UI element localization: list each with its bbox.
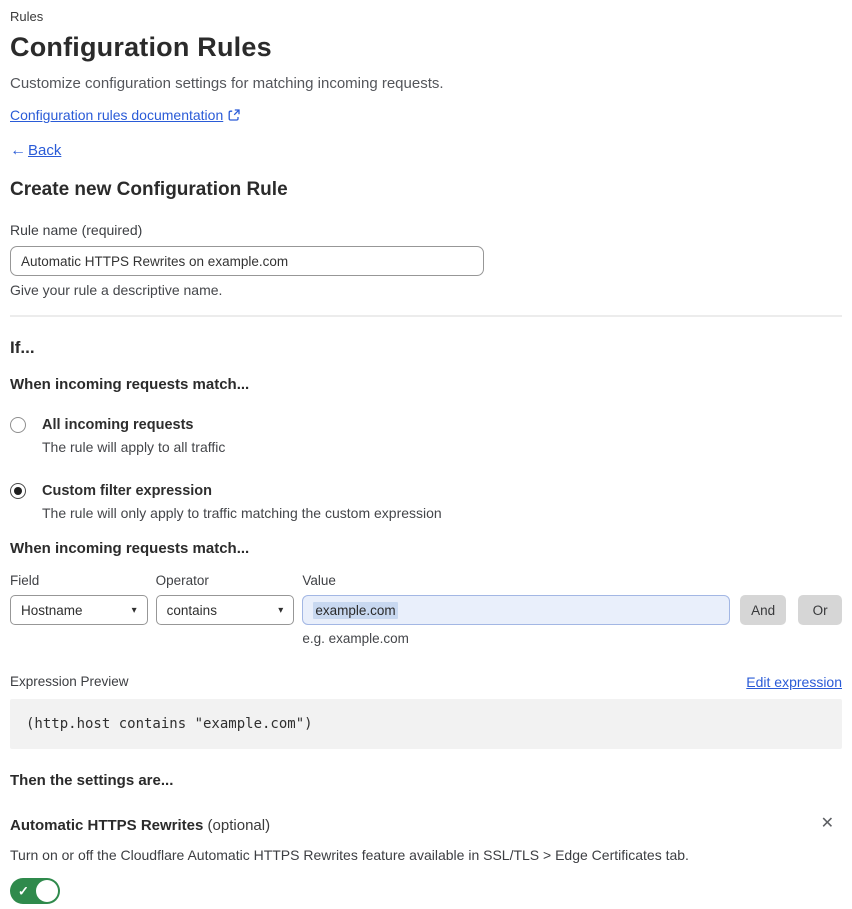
radio-option-label: Custom filter expression (42, 483, 213, 499)
value-helper: e.g. example.com (302, 631, 409, 646)
radio-option-all-incoming-requests[interactable]: All incoming requests The rule will appl… (10, 416, 842, 456)
and-button[interactable]: And (740, 595, 787, 625)
expression-code-text: (http.host contains "example.com") (26, 716, 313, 732)
edit-expression-link[interactable]: Edit expression (746, 673, 842, 691)
radio-option-text: Custom filter expression The rule will o… (42, 482, 442, 522)
back-link-row: ← Back (10, 141, 842, 160)
page-title: Configuration Rules (10, 32, 272, 62)
rule-name-label: Rule name (required) (10, 222, 143, 238)
expression-preview-code: (http.host contains "example.com") (10, 699, 842, 749)
setting-name: Automatic HTTPS Rewrites (10, 817, 204, 834)
setting-title-row: Automatic HTTPS Rewrites (optional) ✕ (10, 816, 842, 835)
breadcrumb: Rules (10, 9, 44, 24)
radio-option-label: All incoming requests (42, 417, 194, 433)
radio-option-description: The rule will apply to all traffic (42, 439, 226, 455)
automatic-https-rewrites-toggle[interactable]: ✓ (10, 878, 60, 904)
expression-preview-label: Expression Preview (10, 674, 129, 689)
value-column: Value example.com e.g. example.com (302, 572, 731, 647)
documentation-link-row: Configuration rules documentation (10, 106, 842, 124)
if-heading: If... (10, 338, 35, 357)
match-type-heading: When incoming requests match... (10, 376, 250, 393)
expression-preview-row: Expression Preview Edit expression (10, 673, 842, 691)
field-column: Field Hostname ▾ (10, 572, 148, 647)
or-button[interactable]: Or (798, 595, 843, 625)
close-icon[interactable]: ✕ (821, 816, 834, 832)
radio-button-unchecked[interactable] (10, 417, 26, 433)
expression-builder-row: Field Hostname ▾ Operator contains ▾ Val… (10, 572, 843, 647)
operator-select-value: contains (166, 602, 217, 618)
section-divider (10, 315, 842, 317)
operator-label: Operator (155, 573, 209, 588)
check-icon: ✓ (18, 883, 29, 899)
value-label: Value (302, 573, 336, 588)
value-input[interactable]: example.com (302, 595, 731, 625)
field-select[interactable]: Hostname ▾ (10, 595, 148, 625)
radio-option-custom-filter-expression[interactable]: Custom filter expression The rule will o… (10, 482, 842, 522)
documentation-link[interactable]: Configuration rules documentation (10, 106, 223, 124)
rule-name-helper: Give your rule a descriptive name. (10, 282, 223, 298)
radio-option-description: The rule will only apply to traffic matc… (42, 505, 442, 521)
setting-title: Automatic HTTPS Rewrites (optional) (10, 816, 270, 835)
expression-builder-heading: When incoming requests match... (10, 540, 250, 557)
toggle-knob[interactable] (36, 880, 58, 902)
back-arrow-icon: ← (10, 142, 26, 159)
chevron-down-icon: ▾ (278, 604, 284, 616)
value-input-text: example.com (313, 601, 398, 619)
or-column: Or (798, 572, 843, 647)
operator-column: Operator contains ▾ (155, 572, 295, 647)
external-link-icon (228, 109, 240, 121)
operator-select[interactable]: contains ▾ (155, 595, 295, 625)
then-settings-heading: Then the settings are... (10, 772, 174, 789)
create-rule-heading: Create new Configuration Rule (10, 179, 288, 200)
radio-button-checked[interactable] (10, 483, 26, 499)
field-label: Field (10, 573, 40, 588)
radio-option-text: All incoming requests The rule will appl… (42, 416, 225, 456)
setting-description: Turn on or off the Cloudflare Automatic … (10, 847, 689, 863)
setting-optional-suffix: (optional) (203, 817, 271, 834)
configuration-rules-page: Rules Configuration Rules Customize conf… (0, 0, 852, 909)
rule-name-input[interactable] (10, 246, 484, 276)
field-select-value: Hostname (21, 602, 83, 618)
chevron-down-icon: ▾ (131, 604, 137, 616)
page-subtitle: Customize configuration settings for mat… (10, 75, 444, 92)
and-column: And (740, 572, 787, 647)
back-link[interactable]: Back (28, 141, 61, 160)
